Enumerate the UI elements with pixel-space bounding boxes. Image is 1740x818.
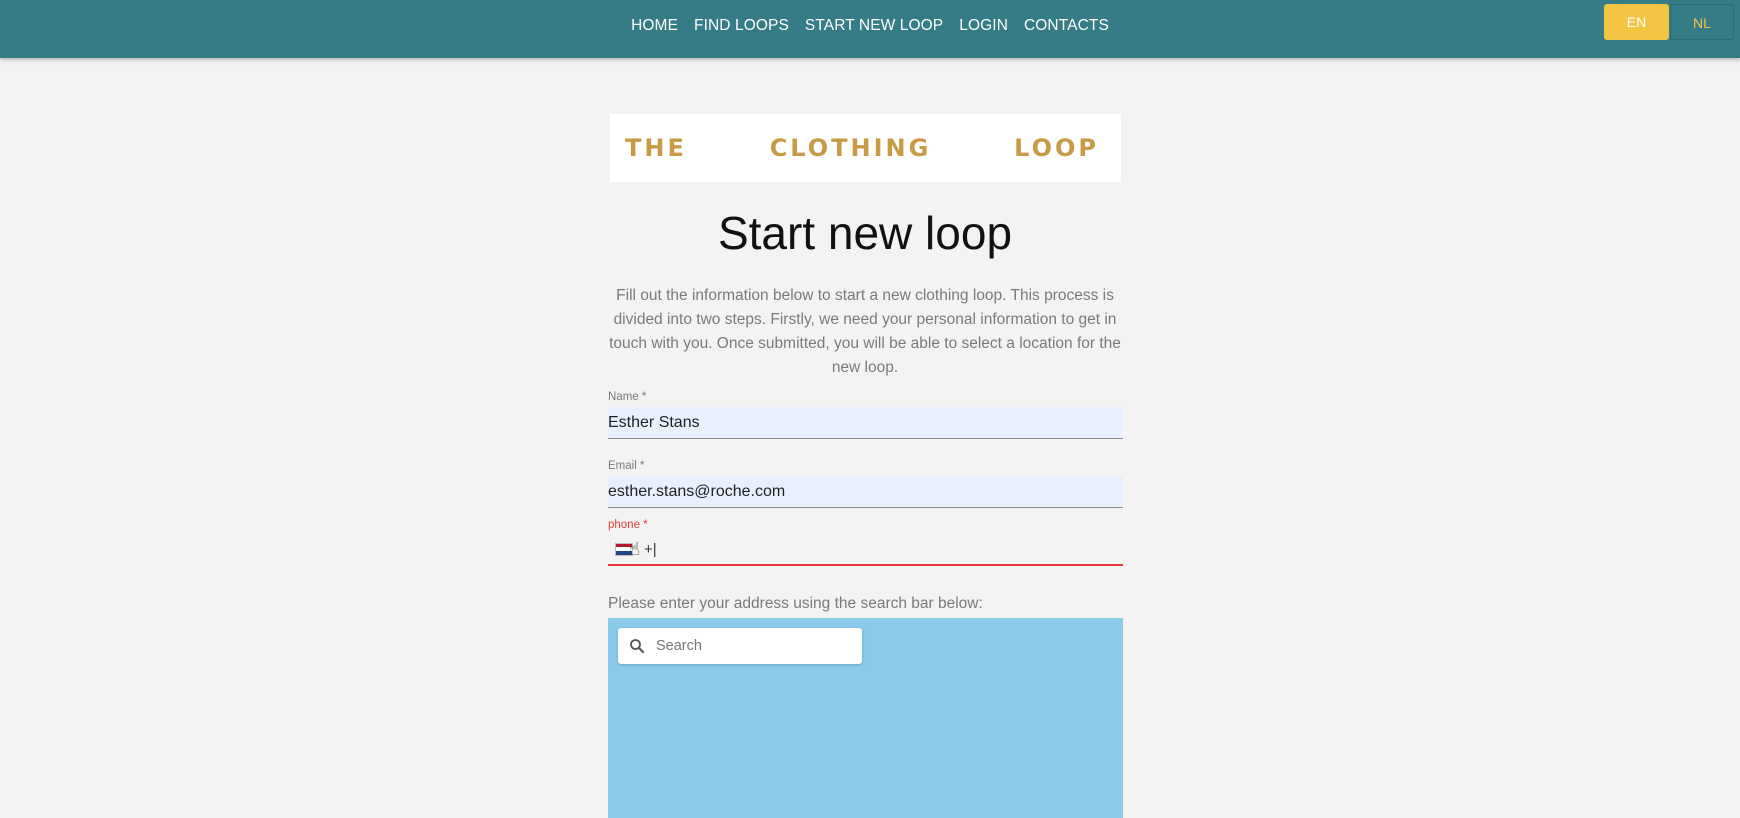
address-instruction: Please enter your address using the sear… (608, 595, 983, 612)
hand-cursor-icon: ☝ (629, 538, 640, 559)
page-title: Start new loop (717, 207, 1013, 259)
logo-word-the: THE (625, 134, 687, 162)
email-input[interactable]: esther.stans@roche.com (608, 476, 1123, 508)
phone-label: phone * (608, 519, 648, 531)
nav-login[interactable]: LOGIN (959, 17, 1008, 35)
logo-word-loop: LOOP (1014, 134, 1099, 162)
search-icon (630, 639, 645, 654)
clothing-loop-logo: THE CLOTHING LOOP (610, 114, 1121, 182)
name-label: Name * (608, 391, 647, 403)
logo-word-clothing: CLOTHING (769, 134, 932, 162)
lang-nl-button[interactable]: NL (1670, 4, 1734, 40)
nav-contacts[interactable]: CONTACTS (1024, 17, 1109, 35)
nav-find-loops[interactable]: FIND LOOPS (694, 17, 789, 35)
map-search-input[interactable] (654, 637, 858, 655)
map-search-box[interactable] (618, 628, 862, 664)
language-switcher: EN NL (1604, 4, 1734, 40)
top-nav-bar: HOME FIND LOOPS START NEW LOOP LOGIN CON… (0, 0, 1740, 58)
phone-input[interactable]: ☝ +| (608, 534, 1123, 566)
phone-field: phone * ☝ +| (608, 519, 1123, 566)
lang-en-button[interactable]: EN (1604, 4, 1669, 40)
address-map[interactable] (608, 618, 1123, 818)
nav-home[interactable]: HOME (631, 17, 678, 35)
name-field: Name * Esther Stans (608, 391, 1123, 439)
name-input[interactable]: Esther Stans (608, 407, 1123, 439)
email-field: Email * esther.stans@roche.com (608, 460, 1123, 508)
nav-start-new-loop[interactable]: START NEW LOOP (805, 17, 943, 35)
phone-value: +| (643, 540, 657, 558)
main-nav: HOME FIND LOOPS START NEW LOOP LOGIN CON… (0, 0, 1740, 52)
email-label: Email * (608, 460, 645, 472)
intro-text: Fill out the information below to start … (609, 287, 1121, 376)
